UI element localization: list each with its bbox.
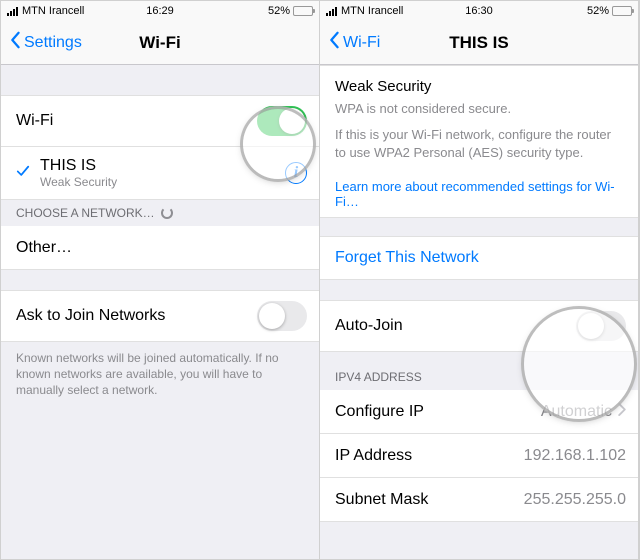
weak-security-block: Weak Security WPA is not considered secu… [320, 65, 638, 171]
configure-ip-label: Configure IP [335, 403, 424, 421]
wifi-toggle-row[interactable]: Wi-Fi [1, 95, 319, 147]
ask-footer: Known networks will be joined automatica… [1, 342, 319, 407]
clock-label: 16:29 [1, 5, 319, 17]
learn-more-link: Learn more about recommended settings fo… [335, 179, 626, 209]
auto-join-label: Auto-Join [335, 317, 403, 335]
ip-address-row: IP Address 192.168.1.102 [320, 434, 638, 478]
nav-bar: Settings Wi-Fi [1, 21, 319, 65]
spinner-icon [161, 207, 173, 219]
wifi-toggle-label: Wi-Fi [16, 112, 53, 130]
phone-left: MTN Irancell 16:29 52% Settings Wi-Fi Wi… [1, 1, 320, 559]
nav-title: Wi-Fi [1, 33, 319, 53]
ask-switch[interactable] [257, 301, 307, 331]
subnet-label: Subnet Mask [335, 491, 428, 509]
weak-line2: If this is your Wi-Fi network, configure… [335, 126, 623, 161]
status-bar: MTN Irancell 16:29 52% [1, 1, 319, 21]
weak-title: Weak Security [335, 78, 623, 95]
connected-network-row[interactable]: THIS IS Weak Security i [1, 147, 319, 200]
nav-title: THIS IS [320, 33, 638, 53]
auto-join-row[interactable]: Auto-Join [320, 300, 638, 352]
content-area: Wi-Fi THIS IS Weak Security i [1, 65, 319, 559]
phone-right: MTN Irancell 16:30 52% Wi-Fi THIS IS Wea… [320, 1, 639, 559]
info-icon[interactable]: i [285, 162, 307, 184]
nav-bar: Wi-Fi THIS IS [320, 21, 638, 65]
ask-to-join-row[interactable]: Ask to Join Networks [1, 290, 319, 342]
ip-label: IP Address [335, 447, 412, 465]
ssid-subtitle: Weak Security [40, 175, 117, 189]
choose-network-header: Choose a Network… [1, 200, 319, 226]
configure-ip-value: Automatic [541, 403, 612, 421]
chevron-right-icon [618, 403, 626, 421]
other-label: Other… [16, 239, 72, 257]
battery-icon [612, 6, 632, 16]
auto-join-switch[interactable] [576, 311, 626, 341]
ssid-label: THIS IS [40, 157, 117, 175]
forget-network-row[interactable]: Forget This Network [320, 236, 638, 280]
weak-line1: WPA is not considered secure. [335, 101, 623, 116]
ipv4-header: IPv4 Address [320, 364, 638, 390]
checkmark-icon [16, 164, 30, 183]
subnet-mask-row: Subnet Mask 255.255.255.0 [320, 478, 638, 522]
content-area: Weak Security WPA is not considered secu… [320, 65, 638, 559]
learn-more-row[interactable]: Learn more about recommended settings fo… [320, 171, 638, 218]
choose-network-text: Choose a Network… [16, 206, 155, 220]
ip-value: 192.168.1.102 [524, 447, 626, 465]
subnet-value: 255.255.255.0 [524, 491, 626, 509]
status-bar: MTN Irancell 16:30 52% [320, 1, 638, 21]
forget-label: Forget This Network [335, 249, 479, 267]
clock-label: 16:30 [320, 5, 638, 17]
battery-icon [293, 6, 313, 16]
ask-label: Ask to Join Networks [16, 307, 165, 325]
other-network-row[interactable]: Other… [1, 226, 319, 270]
wifi-switch[interactable] [257, 106, 307, 136]
configure-ip-row[interactable]: Configure IP Automatic [320, 390, 638, 434]
